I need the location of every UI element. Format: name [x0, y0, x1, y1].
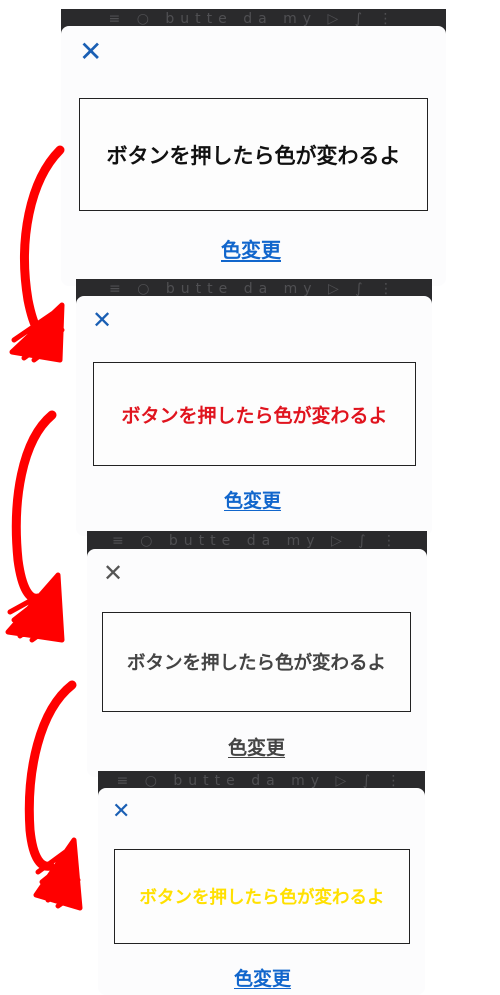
- change-color-button[interactable]: 色変更: [234, 964, 291, 991]
- arrow-shaft-1: [20, 145, 65, 339]
- arrow-head-1: [9, 302, 65, 363]
- message-box: ボタンを押したら色が変わるよ: [93, 362, 416, 466]
- message-box: ボタンを押したら色が変わるよ: [114, 849, 410, 944]
- close-icon[interactable]: ✕: [79, 38, 102, 66]
- message-text: ボタンを押したら色が変わるよ: [121, 404, 388, 427]
- modal-sheet-1: ✕ ボタンを押したら色が変わるよ 色変更: [61, 26, 446, 286]
- arrow-shaft-3: [24, 680, 77, 871]
- message-text: ボタンを押したら色が変わるよ: [139, 888, 385, 908]
- message-text: ボタンを押したら色が変わるよ: [106, 143, 401, 168]
- close-icon[interactable]: ✕: [112, 798, 130, 826]
- change-color-button[interactable]: 色変更: [228, 733, 285, 760]
- arrow-shaft-2: [11, 410, 57, 603]
- close-icon[interactable]: ✕: [103, 559, 123, 587]
- close-icon[interactable]: ✕: [92, 306, 112, 334]
- change-color-button[interactable]: 色変更: [224, 486, 281, 513]
- modal-sheet-2: ✕ ボタンを押したら色が変わるよ 色変更: [76, 296, 432, 536]
- message-text: ボタンを押したら色が変わるよ: [126, 653, 386, 674]
- change-color-button[interactable]: 色変更: [221, 234, 281, 263]
- message-box: ボタンを押したら色が変わるよ: [79, 98, 428, 211]
- arrow-head-3: [33, 837, 83, 911]
- modal-sheet-3: ✕ ボタンを押したら色が変わるよ 色変更: [87, 549, 427, 777]
- arrow-head-2: [5, 572, 65, 643]
- message-box: ボタンを押したら色が変わるよ: [102, 612, 411, 712]
- modal-sheet-4: ✕ ボタンを押したら色が変わるよ 色変更: [98, 788, 425, 995]
